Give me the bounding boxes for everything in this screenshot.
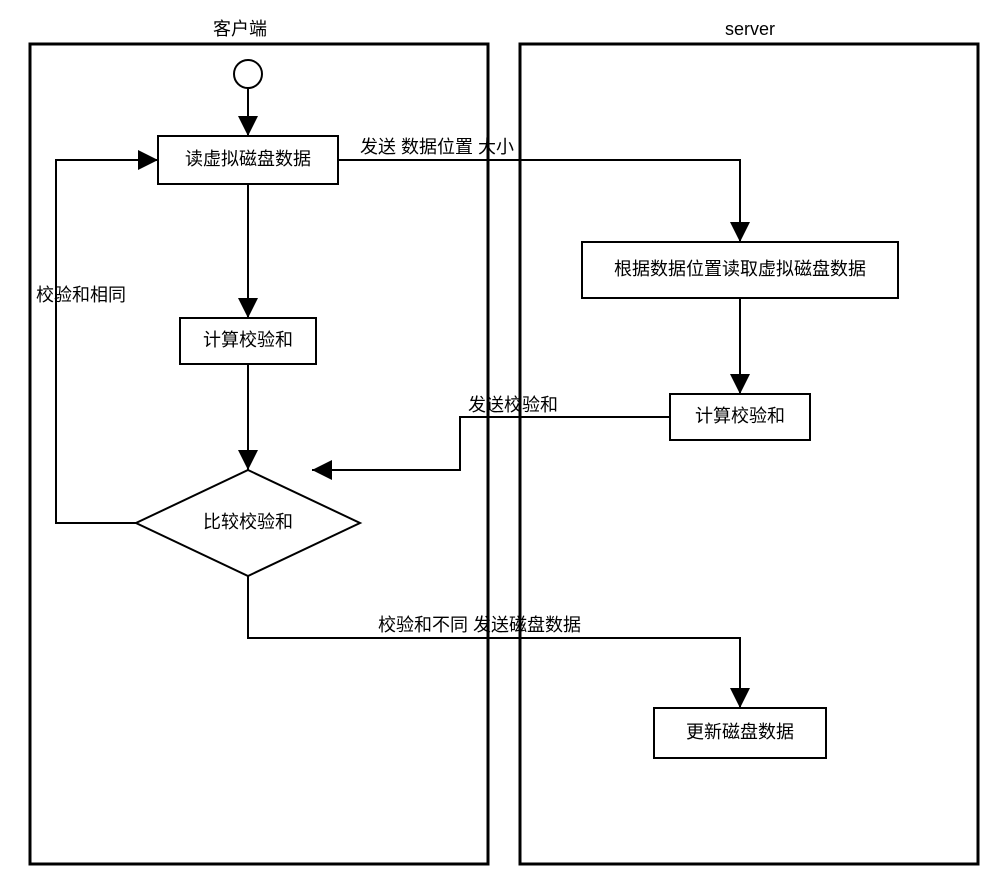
edge-checksum-diff [248, 576, 740, 708]
node-update-disk-label: 更新磁盘数据 [686, 722, 794, 742]
flowchart-diagram: 客户端 server 读虚拟磁盘数据 计算校验和 比较校验和 发送 数据位置 大… [0, 0, 1000, 888]
node-read-by-pos-label: 根据数据位置读取虚拟磁盘数据 [614, 259, 866, 279]
node-calc-checksum-client-label: 计算校验和 [203, 330, 293, 350]
edge-checksum-same-label: 校验和相同 [36, 285, 126, 305]
edge-send-checksum [312, 417, 670, 470]
lane-server-title: server [725, 19, 775, 39]
edge-send-checksum-label: 发送校验和 [468, 395, 558, 415]
edge-send-pos-size [338, 160, 740, 242]
edge-send-pos-size-label: 发送 数据位置 大小 [360, 137, 514, 157]
edge-checksum-diff-label: 校验和不同 发送磁盘数据 [378, 615, 581, 635]
node-read-vdisk-label: 读虚拟磁盘数据 [185, 149, 311, 169]
lane-client-title: 客户端 [213, 19, 267, 39]
edge-checksum-same [56, 160, 158, 523]
node-calc-checksum-server-label: 计算校验和 [695, 406, 785, 426]
node-compare-checksum-label: 比较校验和 [203, 512, 293, 532]
start-node [234, 60, 262, 88]
